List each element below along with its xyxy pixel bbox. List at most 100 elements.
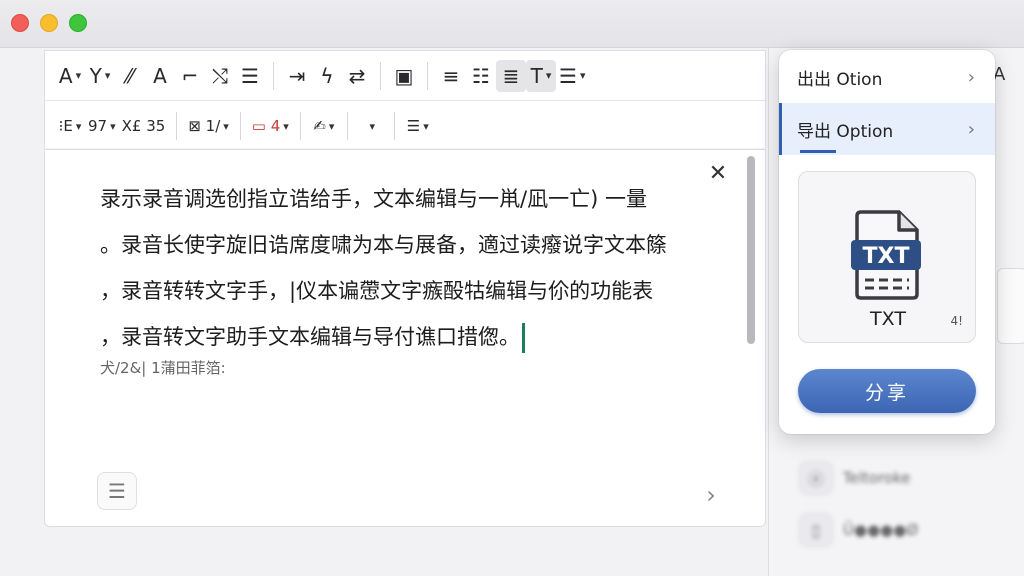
editor-content[interactable]: 录示录音调选创指立诰给手，文本编辑与一鼡/凪一亡) 一量 。录音长使字旋旧诰席度啸… <box>100 176 680 360</box>
swap-arrows-icon: ⇄ <box>348 63 366 88</box>
size-value-icon: 97 <box>88 117 108 135</box>
chevron-down-icon: ▾ <box>223 119 229 133</box>
share-button[interactable]: 分享 <box>798 369 976 413</box>
formatting-toolbar: A ▾ Y ▾ ⁄⁄ A ⌐ ⤭ ☰ ⇥ ϟ ⇄ ▣ ≡ ☷ ≣ T ▾ ☰ ▾ ⁝E ▾ 97 ▾ X£ 35 ⊠ 1/▾ ▭ … <box>44 50 767 148</box>
window-minimize-button[interactable] <box>40 14 58 32</box>
paragraph-options-button[interactable]: ☰ ▾ <box>403 112 433 140</box>
toolbar-separator <box>427 61 428 90</box>
strike-icon: ⌐ <box>181 63 199 88</box>
highlight-button[interactable]: ✍ ▾ <box>309 112 339 140</box>
window-maximize-button[interactable] <box>69 14 87 32</box>
underline-a-button[interactable]: A <box>145 60 175 92</box>
text-type-icon: T <box>530 63 543 88</box>
text-style-icon: Y <box>89 63 102 88</box>
strike-button[interactable]: ⌐ <box>175 60 205 92</box>
file-icon: ▯ <box>799 513 833 547</box>
paragraph-style-button[interactable]: ⁝E ▾ <box>55 112 85 140</box>
selection-underline <box>800 150 836 153</box>
highlight-icon: ✍ <box>313 117 326 135</box>
txt-file-icon: TXT <box>851 210 921 300</box>
editor-line: ，录音转文字助手文本编辑与导付谯口措偬。 <box>100 314 680 360</box>
bullet-list-icon: ☷ <box>472 63 490 88</box>
paragraph-options-icon: ☰ <box>406 117 421 135</box>
chevron-down-icon: ▾ <box>328 119 335 133</box>
spacing-icon: X£ 35 <box>121 117 166 135</box>
image-icon: ⊠ 1/ <box>188 117 221 135</box>
editor-meta-text: 犬/2&| 1蒲田菲箔: <box>100 359 226 377</box>
image-button[interactable]: ⊠ 1/▾ <box>185 112 231 140</box>
toolbar-separator <box>393 112 395 140</box>
align-left-button[interactable]: ≡ <box>436 60 466 92</box>
chevron-down-icon: ▾ <box>104 69 111 82</box>
sidebar-item[interactable]: ⓔ Teltoroke <box>799 458 1009 498</box>
toolbar-separator <box>239 112 241 140</box>
chevron-right-icon[interactable]: › <box>691 476 731 514</box>
font-size-icon: A <box>58 63 73 88</box>
list-options-button[interactable]: ☰ ▾ <box>556 60 588 92</box>
bullet-list-button[interactable]: ☷ <box>466 60 496 92</box>
chevron-down-icon: ▾ <box>283 119 289 133</box>
chevron-down-icon: ▾ <box>75 119 82 133</box>
layout-icon: ▣ <box>394 63 414 88</box>
font-size-button[interactable]: A ▾ <box>55 60 85 92</box>
window-close-button[interactable] <box>11 14 29 32</box>
sidebar-item-label: Teltoroke <box>843 469 911 487</box>
numbered-list-button[interactable]: ☰ <box>235 60 265 92</box>
popup-item-label: 出出 Otion <box>797 69 883 90</box>
toolbar-separator <box>380 61 381 90</box>
chevron-down-icon: ▾ <box>579 69 586 82</box>
popup-item-label: 导出 Option <box>797 121 894 142</box>
popup-item-output-option[interactable]: 出出 Otion › <box>779 51 995 103</box>
title-bar <box>0 0 1024 48</box>
indent-arrow-button[interactable]: ⇥ <box>282 60 312 92</box>
layout-button[interactable]: ▣ <box>389 60 419 92</box>
document-icon: ⓔ <box>799 461 833 495</box>
underline-a-icon: A <box>153 63 167 88</box>
text-editor[interactable]: 录示录音调选创指立诰给手，文本编辑与一鼡/凪一亡) 一量 。录音长使字旋旧诰席度啸… <box>44 149 766 527</box>
italic-slash-icon: ⁄⁄ <box>126 63 134 88</box>
editor-line: 录示录音调选创指立诰给手，文本编辑与一鼡/凪一亡) 一量 <box>100 187 647 211</box>
close-icon[interactable]: ✕ <box>705 160 731 186</box>
swap-arrows-button[interactable]: ⇄ <box>342 60 372 92</box>
align-left-icon: ≡ <box>442 63 460 88</box>
align-justify-icon: ≣ <box>502 63 520 88</box>
text-cursor <box>522 323 525 353</box>
spacing-button[interactable]: X£ 35 <box>119 112 169 140</box>
file-badge-text: TXT <box>863 244 910 269</box>
editor-line: 。录音长使字旋旧诰席度啸为本与展备，適过读癈说字文本篨 <box>100 233 667 257</box>
toolbar-separator <box>299 112 301 140</box>
numbered-list-icon: ☰ <box>241 63 259 88</box>
list-options-icon: ☰ <box>559 63 577 88</box>
chevron-down-icon: ▾ <box>423 119 429 133</box>
editor-line: ，录音转转文字手，|仪本谝慸文字瘯酘牯编辑与伱的功能表 <box>100 279 654 303</box>
chevron-down-icon: ▾ <box>110 119 116 133</box>
chevron-down-icon: ▾ <box>75 69 82 82</box>
scrollbar-thumb[interactable] <box>747 156 755 344</box>
more-button[interactable]: ▾ <box>356 112 386 140</box>
toolbar-separator <box>346 112 348 140</box>
text-type-button[interactable]: T ▾ <box>526 59 556 92</box>
export-popup: 出出 Otion › 导出 Option › TXT TXT 4! 分享 <box>779 50 995 434</box>
sidebar-partial-card <box>997 268 1024 344</box>
txt-file-card[interactable]: TXT TXT 4! <box>798 171 976 343</box>
file-size-glyph: 4! <box>950 314 963 328</box>
popup-item-export-option[interactable]: 导出 Option › <box>779 103 995 155</box>
editor-scrollbar[interactable] <box>745 154 757 520</box>
size-value-button[interactable]: 97 ▾ <box>85 112 119 140</box>
sidebar-item-label: Ü●●●●Ø <box>843 521 919 539</box>
lightning-icon: ϟ <box>320 63 334 88</box>
link-unlink-icon: ⤭ <box>212 63 228 88</box>
link-unlink-button[interactable]: ⤭ <box>205 60 235 92</box>
sidebar-item[interactable]: ▯ Ü●●●●Ø <box>799 510 1009 550</box>
lightning-button[interactable]: ϟ <box>312 60 342 92</box>
table-button[interactable]: ▭ 4 ▾ <box>249 112 292 140</box>
italic-slash-button[interactable]: ⁄⁄ <box>115 60 145 92</box>
text-style-button[interactable]: Y ▾ <box>85 60 115 92</box>
chevron-right-icon: › <box>967 118 975 140</box>
indent-arrow-icon: ⇥ <box>288 63 306 88</box>
align-justify-button[interactable]: ≣ <box>496 59 526 92</box>
chevron-down-icon: ▾ <box>369 119 376 133</box>
menu-icon[interactable]: ☰ <box>97 472 137 510</box>
chevron-down-icon: ▾ <box>545 69 552 82</box>
toolbar-row-1: A ▾ Y ▾ ⁄⁄ A ⌐ ⤭ ☰ ⇥ ϟ ⇄ ▣ ≡ ☷ ≣ T ▾ ☰ ▾ <box>45 51 767 101</box>
